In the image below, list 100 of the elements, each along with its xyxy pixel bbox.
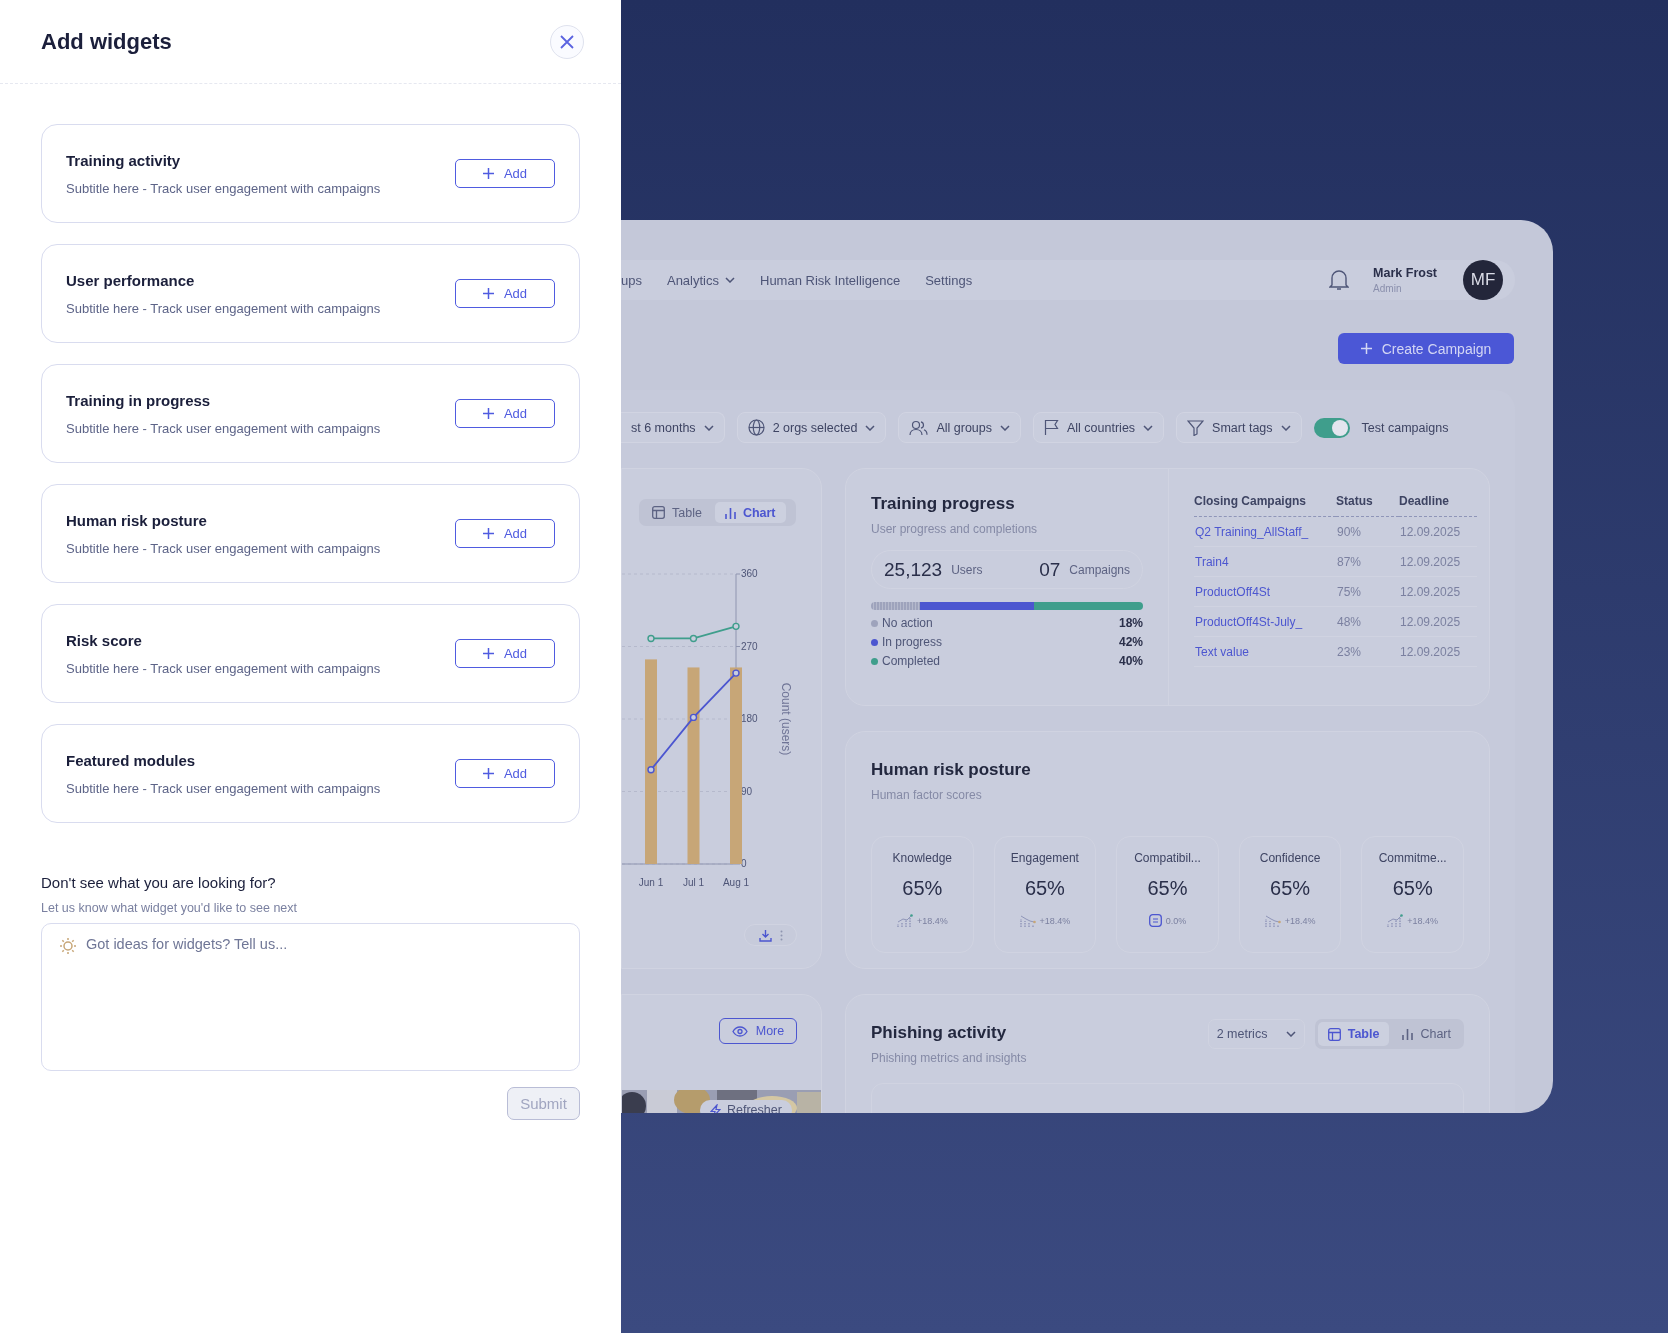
- sun-icon: [58, 936, 78, 956]
- point: [647, 634, 655, 643]
- widget-title: Training in progress: [66, 391, 212, 409]
- panel-title: Add widgets: [41, 28, 172, 55]
- bar-chart-icon: [1402, 1028, 1414, 1040]
- more-button[interactable]: More: [719, 1018, 797, 1044]
- stat-value: 07: [1039, 558, 1061, 581]
- plus-icon: [482, 168, 494, 179]
- filter-dropdown[interactable]: 2 orgs selected: [736, 412, 887, 443]
- trend-up-icon: [896, 914, 913, 927]
- nav-link[interactable]: Human Risk Intelligence: [760, 272, 901, 288]
- card-title: Human risk posture: [871, 760, 1032, 780]
- table-cell: 12.09.2025: [1400, 524, 1461, 539]
- point: [689, 713, 698, 722]
- nav-link[interactable]: ups: [621, 272, 642, 288]
- user-name: Mark Frost: [1373, 266, 1437, 280]
- feedback-field[interactable]: Got ideas for widgets? Tell us...: [41, 923, 580, 1071]
- table-cell: 12.09.2025: [1400, 644, 1461, 659]
- point: [647, 766, 655, 774]
- add-button[interactable]: Add: [455, 519, 555, 548]
- metric-value: 65%: [902, 877, 943, 900]
- view-tab[interactable]: Table: [1317, 1022, 1390, 1046]
- card-title: Training progress: [871, 494, 1016, 514]
- user-role: Admin: [1373, 283, 1403, 294]
- bell-icon: [1329, 269, 1350, 291]
- download-button[interactable]: [744, 924, 797, 946]
- widget-title: Featured modules: [66, 751, 197, 769]
- trend-up-icon: [1387, 914, 1404, 927]
- table-cell: 75%: [1337, 584, 1362, 599]
- table-cell: 23%: [1337, 644, 1362, 659]
- point: [689, 634, 698, 643]
- metric-change: 0.0%: [1165, 915, 1187, 926]
- chevron-down-icon: [865, 424, 876, 431]
- close-button[interactable]: [550, 24, 584, 59]
- view-tab[interactable]: Chart: [714, 502, 786, 523]
- metrics-select[interactable]: 2 metrics: [1207, 1019, 1305, 1049]
- toggle-label: Test campaigns: [1361, 420, 1449, 435]
- point: [732, 622, 740, 631]
- metric-value: 65%: [1270, 877, 1311, 900]
- add-button[interactable]: Add: [455, 639, 555, 668]
- table-cell: 12.09.2025: [1400, 584, 1461, 599]
- filter-dropdown[interactable]: st 6 months: [621, 412, 725, 443]
- campaign-link[interactable]: Train4: [1195, 554, 1229, 569]
- add-button[interactable]: Add: [455, 399, 555, 428]
- feedback-question: Don't see what you are looking for?: [41, 874, 277, 891]
- metric-change: +18.4%: [1284, 915, 1316, 926]
- filter-dropdown[interactable]: All groups: [898, 412, 1021, 443]
- card-subtitle: User progress and completions: [871, 522, 1039, 536]
- add-button[interactable]: Add: [455, 279, 555, 308]
- legend-value: 18%: [1118, 616, 1143, 630]
- plus-icon: [482, 408, 494, 419]
- campaign-link[interactable]: Q2 Training_AllStaff_: [1195, 524, 1309, 539]
- campaign-link[interactable]: ProductOff4St-July_: [1195, 614, 1303, 629]
- add-button[interactable]: Add: [455, 759, 555, 788]
- widget-subtitle: Subtitle here - Track user engagement with campaigns: [66, 300, 381, 316]
- widget-subtitle: Subtitle here - Track user engagement with campaigns: [66, 420, 381, 436]
- download-icon: [758, 928, 772, 942]
- metric-change: +18.4%: [1407, 915, 1439, 926]
- metric-value: 65%: [1024, 877, 1065, 900]
- filter-dropdown[interactable]: Smart tags: [1176, 412, 1302, 443]
- users-icon: [909, 419, 929, 436]
- toggle-switch[interactable]: [1313, 417, 1350, 438]
- legend-value: 40%: [1118, 654, 1143, 668]
- table-cell: 90%: [1337, 524, 1362, 539]
- campaign-link[interactable]: Text value: [1195, 644, 1250, 659]
- nav-link[interactable]: Analytics: [666, 272, 735, 288]
- trend-down-icon: [1264, 914, 1281, 927]
- column-header: Closing Campaigns: [1194, 494, 1336, 517]
- metric-label: Compatibil...: [1134, 851, 1201, 865]
- view-tab[interactable]: Table: [642, 502, 712, 523]
- add-button[interactable]: Add: [455, 159, 555, 188]
- table-icon: [1327, 1027, 1341, 1041]
- view-tab[interactable]: Chart: [1392, 1022, 1461, 1046]
- legend-label: No action: [882, 616, 933, 630]
- column-header: Deadline: [1399, 494, 1477, 517]
- metric-label: Knowledge: [892, 851, 952, 865]
- axis-tick-label: 270: [741, 640, 758, 652]
- widget-subtitle: Subtitle here - Track user engagement with campaigns: [66, 180, 381, 196]
- widget-subtitle: Subtitle here - Track user engagement with campaigns: [66, 780, 381, 796]
- plus-icon: [482, 288, 494, 299]
- chevron-down-icon: [1280, 424, 1291, 431]
- metric-label: Engagement: [1010, 851, 1079, 865]
- widget-subtitle: Subtitle here - Track user engagement with campaigns: [66, 660, 381, 676]
- metric-value: 65%: [1147, 877, 1188, 900]
- filter-icon: [1187, 419, 1205, 436]
- table-cell: 48%: [1337, 614, 1362, 629]
- filter-dropdown[interactable]: All countries: [1033, 412, 1165, 443]
- widget-title: Risk score: [66, 631, 143, 649]
- stat-label: Users: [951, 562, 983, 577]
- axis-tick-label: Jul 1: [682, 877, 705, 888]
- create-campaign-button[interactable]: Create Campaign: [1338, 333, 1514, 364]
- campaign-link[interactable]: ProductOff4St: [1195, 584, 1271, 599]
- point: [732, 669, 740, 677]
- avatar: MF: [1463, 260, 1503, 300]
- nav-link[interactable]: Settings: [925, 272, 973, 288]
- globe-icon: [747, 419, 765, 436]
- eye-icon: [731, 1025, 748, 1037]
- metric-change: +18.4%: [916, 915, 948, 926]
- table-icon: [652, 506, 665, 519]
- plus-icon: [482, 528, 494, 539]
